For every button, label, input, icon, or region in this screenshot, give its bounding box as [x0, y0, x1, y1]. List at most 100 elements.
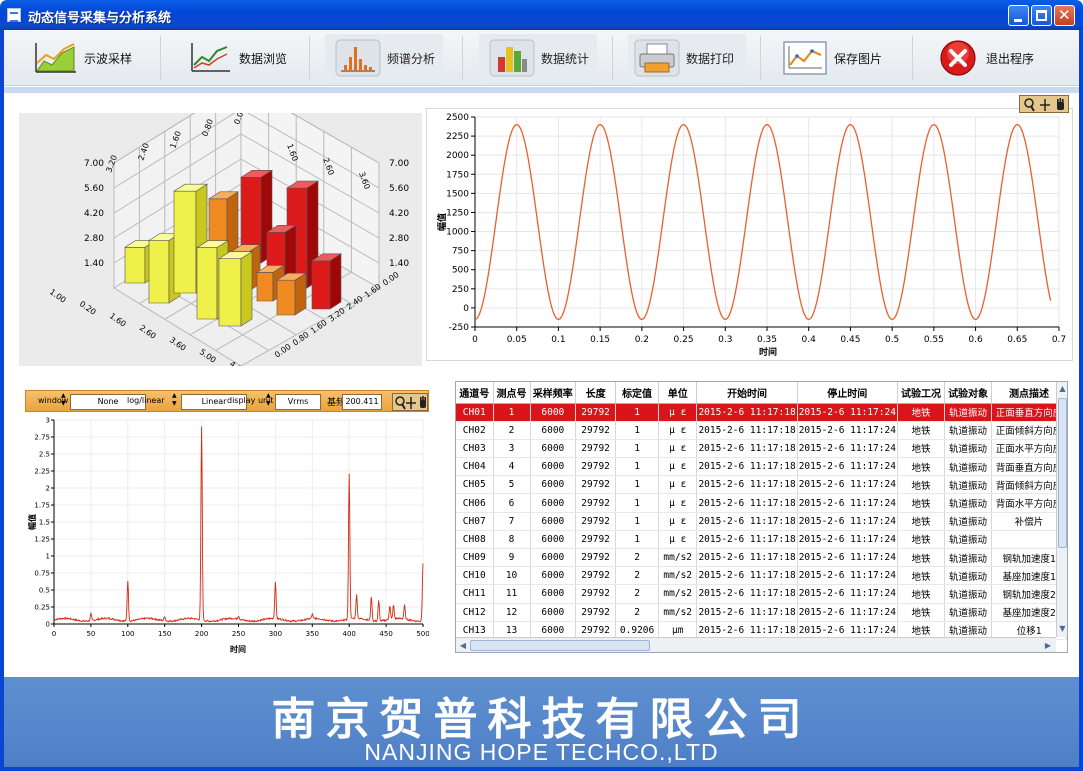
column-header[interactable]: 通道号: [456, 382, 494, 404]
column-header[interactable]: 开始时间: [696, 382, 798, 404]
vertical-scroll-thumb[interactable]: [1058, 398, 1067, 548]
horizontal-scrollbar[interactable]: ◀ ▶: [456, 637, 1056, 652]
bar-front: [218, 258, 242, 327]
x-tick-label: 0.5: [885, 335, 899, 345]
column-header[interactable]: 试验工况: [897, 382, 946, 404]
vertical-scrollbar[interactable]: ▲ ▼: [1056, 382, 1067, 637]
column-header[interactable]: 单位: [658, 382, 698, 404]
data-browse-label: 数据浏览: [239, 51, 288, 66]
scroll-left-icon[interactable]: ◀: [457, 639, 469, 652]
table-cell: 6000: [530, 548, 577, 568]
y-tick-label: 2.75: [34, 434, 50, 442]
scroll-right-icon[interactable]: ▶: [1042, 639, 1054, 652]
x-tick-label: 300: [269, 630, 282, 638]
printer-icon: [634, 39, 680, 77]
table-cell: 12: [493, 603, 531, 622]
table-cell: 6000: [530, 512, 577, 531]
x-tick-label: 0.7: [1052, 335, 1066, 345]
window-spin-icon[interactable]: [61, 392, 67, 408]
maximize-button[interactable]: [1031, 5, 1052, 26]
x-tick-label: 100: [121, 630, 134, 638]
table-cell: 轨道振动: [944, 457, 993, 477]
oscilloscope-sample-button[interactable]: 示波采样: [32, 34, 132, 82]
zoom-icon[interactable]: [1024, 98, 1035, 112]
minimize-icon: [1014, 19, 1022, 22]
column-header[interactable]: 停止时间: [797, 382, 898, 404]
data-browse-button[interactable]: 数据浏览: [187, 34, 287, 82]
z-tick-label: 7.00: [389, 159, 409, 169]
x-tick-label: 0.35: [757, 335, 777, 345]
unit-select[interactable]: Vrms: [275, 394, 321, 410]
close-button[interactable]: ✕: [1054, 5, 1075, 26]
table-row[interactable]: CH02 2 6000 29792 1 μ ε 2015-2-6 11:17:18 2015-…: [456, 421, 1067, 440]
spectrum-graph-tools[interactable]: [392, 393, 428, 411]
main-toolbar: 示波采样 数据浏览 频谱分析 数据统计 数据打印 保存图片 退出程序: [4, 30, 1079, 86]
exit-program-button[interactable]: 退出程序: [938, 34, 1034, 82]
save-image-button[interactable]: 保存图片: [782, 34, 882, 82]
table-cell: 2015-2-6 11:17:24: [797, 439, 898, 459]
z-tick-label: 1.40: [84, 259, 104, 269]
table-row[interactable]: CH11 11 6000 29792 2 mm/s2 2015-2-6 11:17:18 20…: [456, 584, 1067, 604]
toolbar-separator: [462, 36, 463, 80]
table-cell: 2015-2-6 11:17:24: [797, 584, 898, 604]
column-header[interactable]: 试验对象: [944, 382, 993, 404]
spectrum-controls-bar: window None log/linear Linear display un…: [25, 390, 429, 412]
toolbar-separator: [612, 36, 613, 80]
zoom-icon[interactable]: [395, 396, 406, 410]
unit-spin-icon[interactable]: [266, 392, 272, 408]
pan-hand-icon[interactable]: [420, 396, 426, 408]
title-bar[interactable]: 动态信号采集与分析系统 ✕: [0, 0, 1083, 30]
table-row[interactable]: CH12 12 6000 29792 2 mm/s2 2015-2-6 11:17:18 20…: [456, 603, 1067, 622]
x-tick-label: 0.05: [507, 335, 527, 345]
pan-hand-icon[interactable]: [1057, 98, 1064, 110]
scroll-up-icon[interactable]: ▲: [1057, 383, 1067, 395]
x-tick-label: 0.45: [840, 335, 860, 345]
table-row[interactable]: CH03 3 6000 29792 1 μ ε 2015-2-6 11:17:18 2015-…: [456, 439, 1067, 459]
spectrum-analysis-button[interactable]: 频谱分析: [325, 34, 443, 82]
minimize-button[interactable]: [1008, 5, 1029, 26]
table-row[interactable]: CH09 9 6000 29792 2 mm/s2 2015-2-6 11:17:18 201…: [456, 548, 1067, 568]
waveform-graph-tools[interactable]: [1019, 95, 1069, 113]
cursor-cross-icon[interactable]: [1040, 99, 1050, 111]
toolbar-separator: [760, 36, 761, 80]
x-axis-label: 时间: [230, 644, 246, 654]
y-tick-label: 1500: [446, 189, 469, 199]
table-cell: 2015-2-6 11:17:18: [696, 512, 798, 531]
table-cell: 2015-2-6 11:17:18: [696, 439, 798, 459]
table-row[interactable]: CH06 6 6000 29792 1 μ ε 2015-2-6 11:17:18 2015-…: [456, 493, 1067, 513]
scroll-down-icon[interactable]: ▼: [1057, 623, 1067, 635]
column-header[interactable]: 测点号: [493, 382, 531, 404]
x-tick-label: 0.65: [1007, 335, 1027, 345]
data-statistics-button[interactable]: 数据统计: [479, 34, 597, 82]
bar-front: [148, 240, 170, 304]
base-frequency-field[interactable]: 200.411: [342, 394, 382, 410]
y-tick-label: 1.5: [39, 519, 50, 527]
column-header[interactable]: 标定值: [615, 382, 659, 404]
z-tick-label: 5.60: [84, 184, 104, 194]
table-row[interactable]: CH01 1 6000 29792 1 μ ε 2015-2-6 11:17:18 2015-…: [456, 403, 1067, 422]
table-row[interactable]: CH05 5 6000 29792 1 μ ε 2015-2-6 11:17:18 2015-…: [456, 475, 1067, 495]
horizontal-scroll-thumb[interactable]: [470, 640, 650, 651]
table-row[interactable]: CH08 8 6000 29792 1 μ ε 2015-2-6 11:17:18 2015-…: [456, 530, 1067, 550]
table-cell: 11: [493, 584, 531, 604]
x-tick-label: 0.4: [802, 335, 817, 345]
table-row[interactable]: CH07 7 6000 29792 1 μ ε 2015-2-6 11:17:18 2015-…: [456, 512, 1067, 531]
table-cell: 地铁: [897, 512, 946, 531]
table-cell: 地铁: [897, 403, 946, 422]
table-row[interactable]: CH10 10 6000 29792 2 mm/s2 2015-2-6 11:17:18 20…: [456, 566, 1067, 586]
scale-spin-icon[interactable]: [172, 392, 178, 408]
y-axis-label: 幅值: [436, 213, 448, 231]
channel-table-panel: 通道号 测点号 采样频率 长度 标定值 单位 开始时间 停止时间 试验工况 试验对象 测点描述 CH…: [455, 381, 1068, 653]
cursor-cross-icon[interactable]: [406, 397, 416, 409]
table-cell: 2015-2-6 11:17:18: [696, 603, 798, 622]
table-cell: 29792: [575, 421, 617, 440]
x-tick-label: 0.2: [635, 335, 649, 345]
table-row[interactable]: CH04 4 6000 29792 1 μ ε 2015-2-6 11:17:18 2015-…: [456, 457, 1067, 477]
data-print-label: 数据打印: [686, 51, 735, 66]
column-header[interactable]: 采样频率: [530, 382, 577, 404]
x-tick-label: 2.60: [138, 323, 158, 341]
data-print-button[interactable]: 数据打印: [628, 34, 746, 82]
x-tick-label: 400: [343, 630, 356, 638]
table-cell: 29792: [575, 548, 617, 568]
column-header[interactable]: 长度: [575, 382, 617, 404]
